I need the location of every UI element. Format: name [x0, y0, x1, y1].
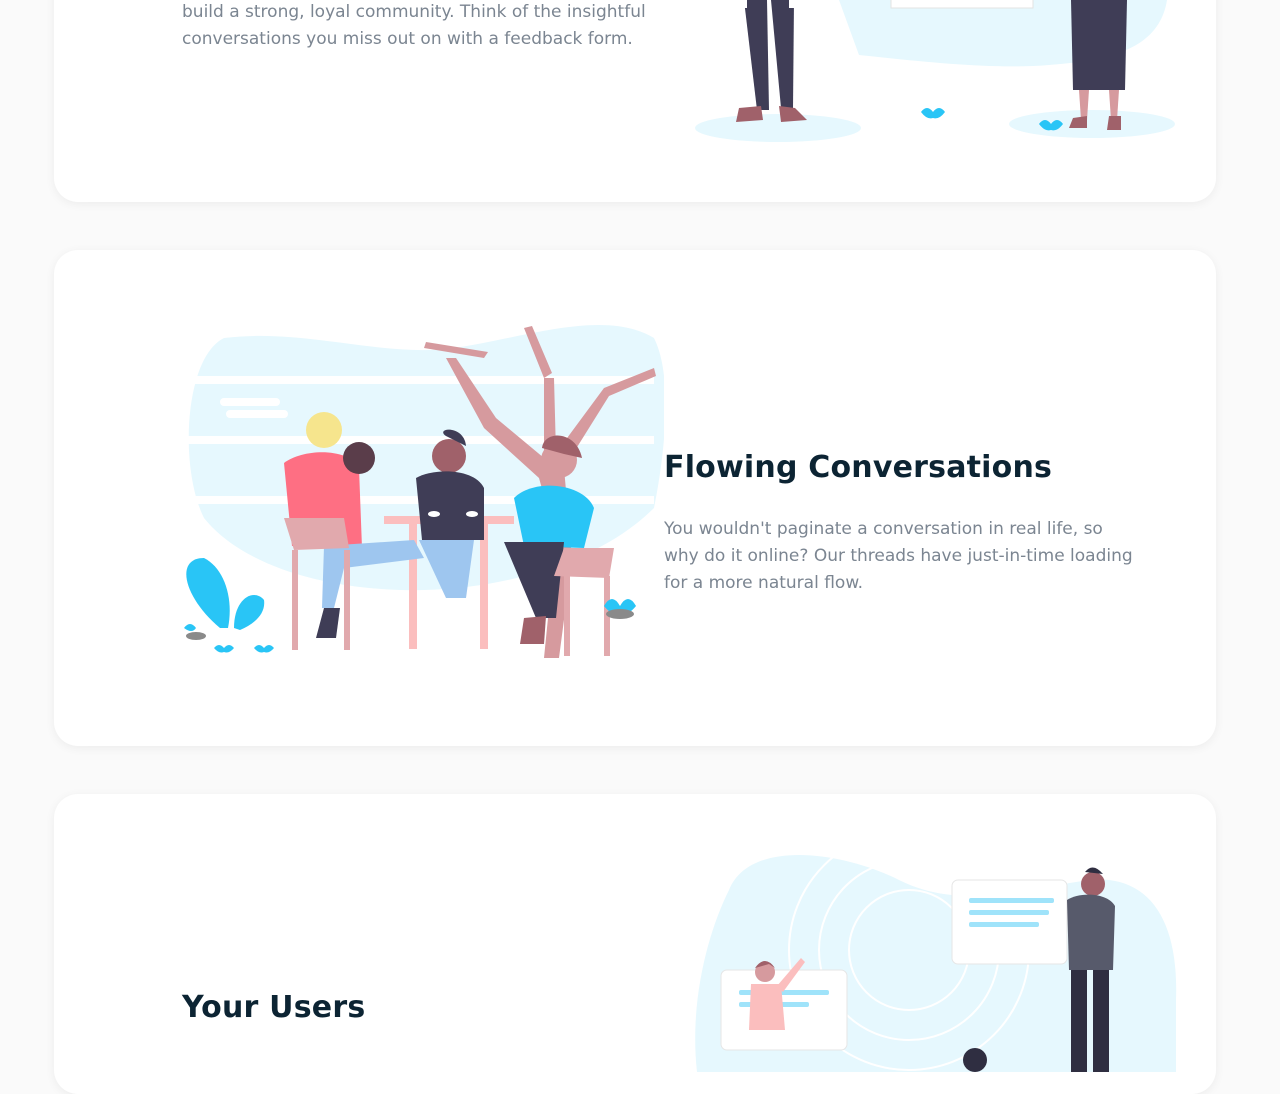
people-with-chat-bubbles-illustration [695, 850, 1177, 1072]
friends-at-table-illustration [184, 325, 664, 658]
two-people-standing-illustration [695, 0, 1175, 142]
feature-card-community: build a strong, loyal community. Think o… [54, 0, 1216, 202]
flowing-conversations-title: Flowing Conversations [664, 450, 1053, 485]
feature-card-flowing-conversations: Flowing Conversations You wouldn't pagin… [54, 250, 1216, 746]
flowing-conversations-description: You wouldn't paginate a conversation in … [664, 519, 1133, 593]
feature-card-your-users: Your Users [54, 794, 1216, 1094]
your-users-title: Your Users [182, 990, 366, 1025]
community-description: build a strong, loyal community. Think o… [182, 2, 646, 49]
